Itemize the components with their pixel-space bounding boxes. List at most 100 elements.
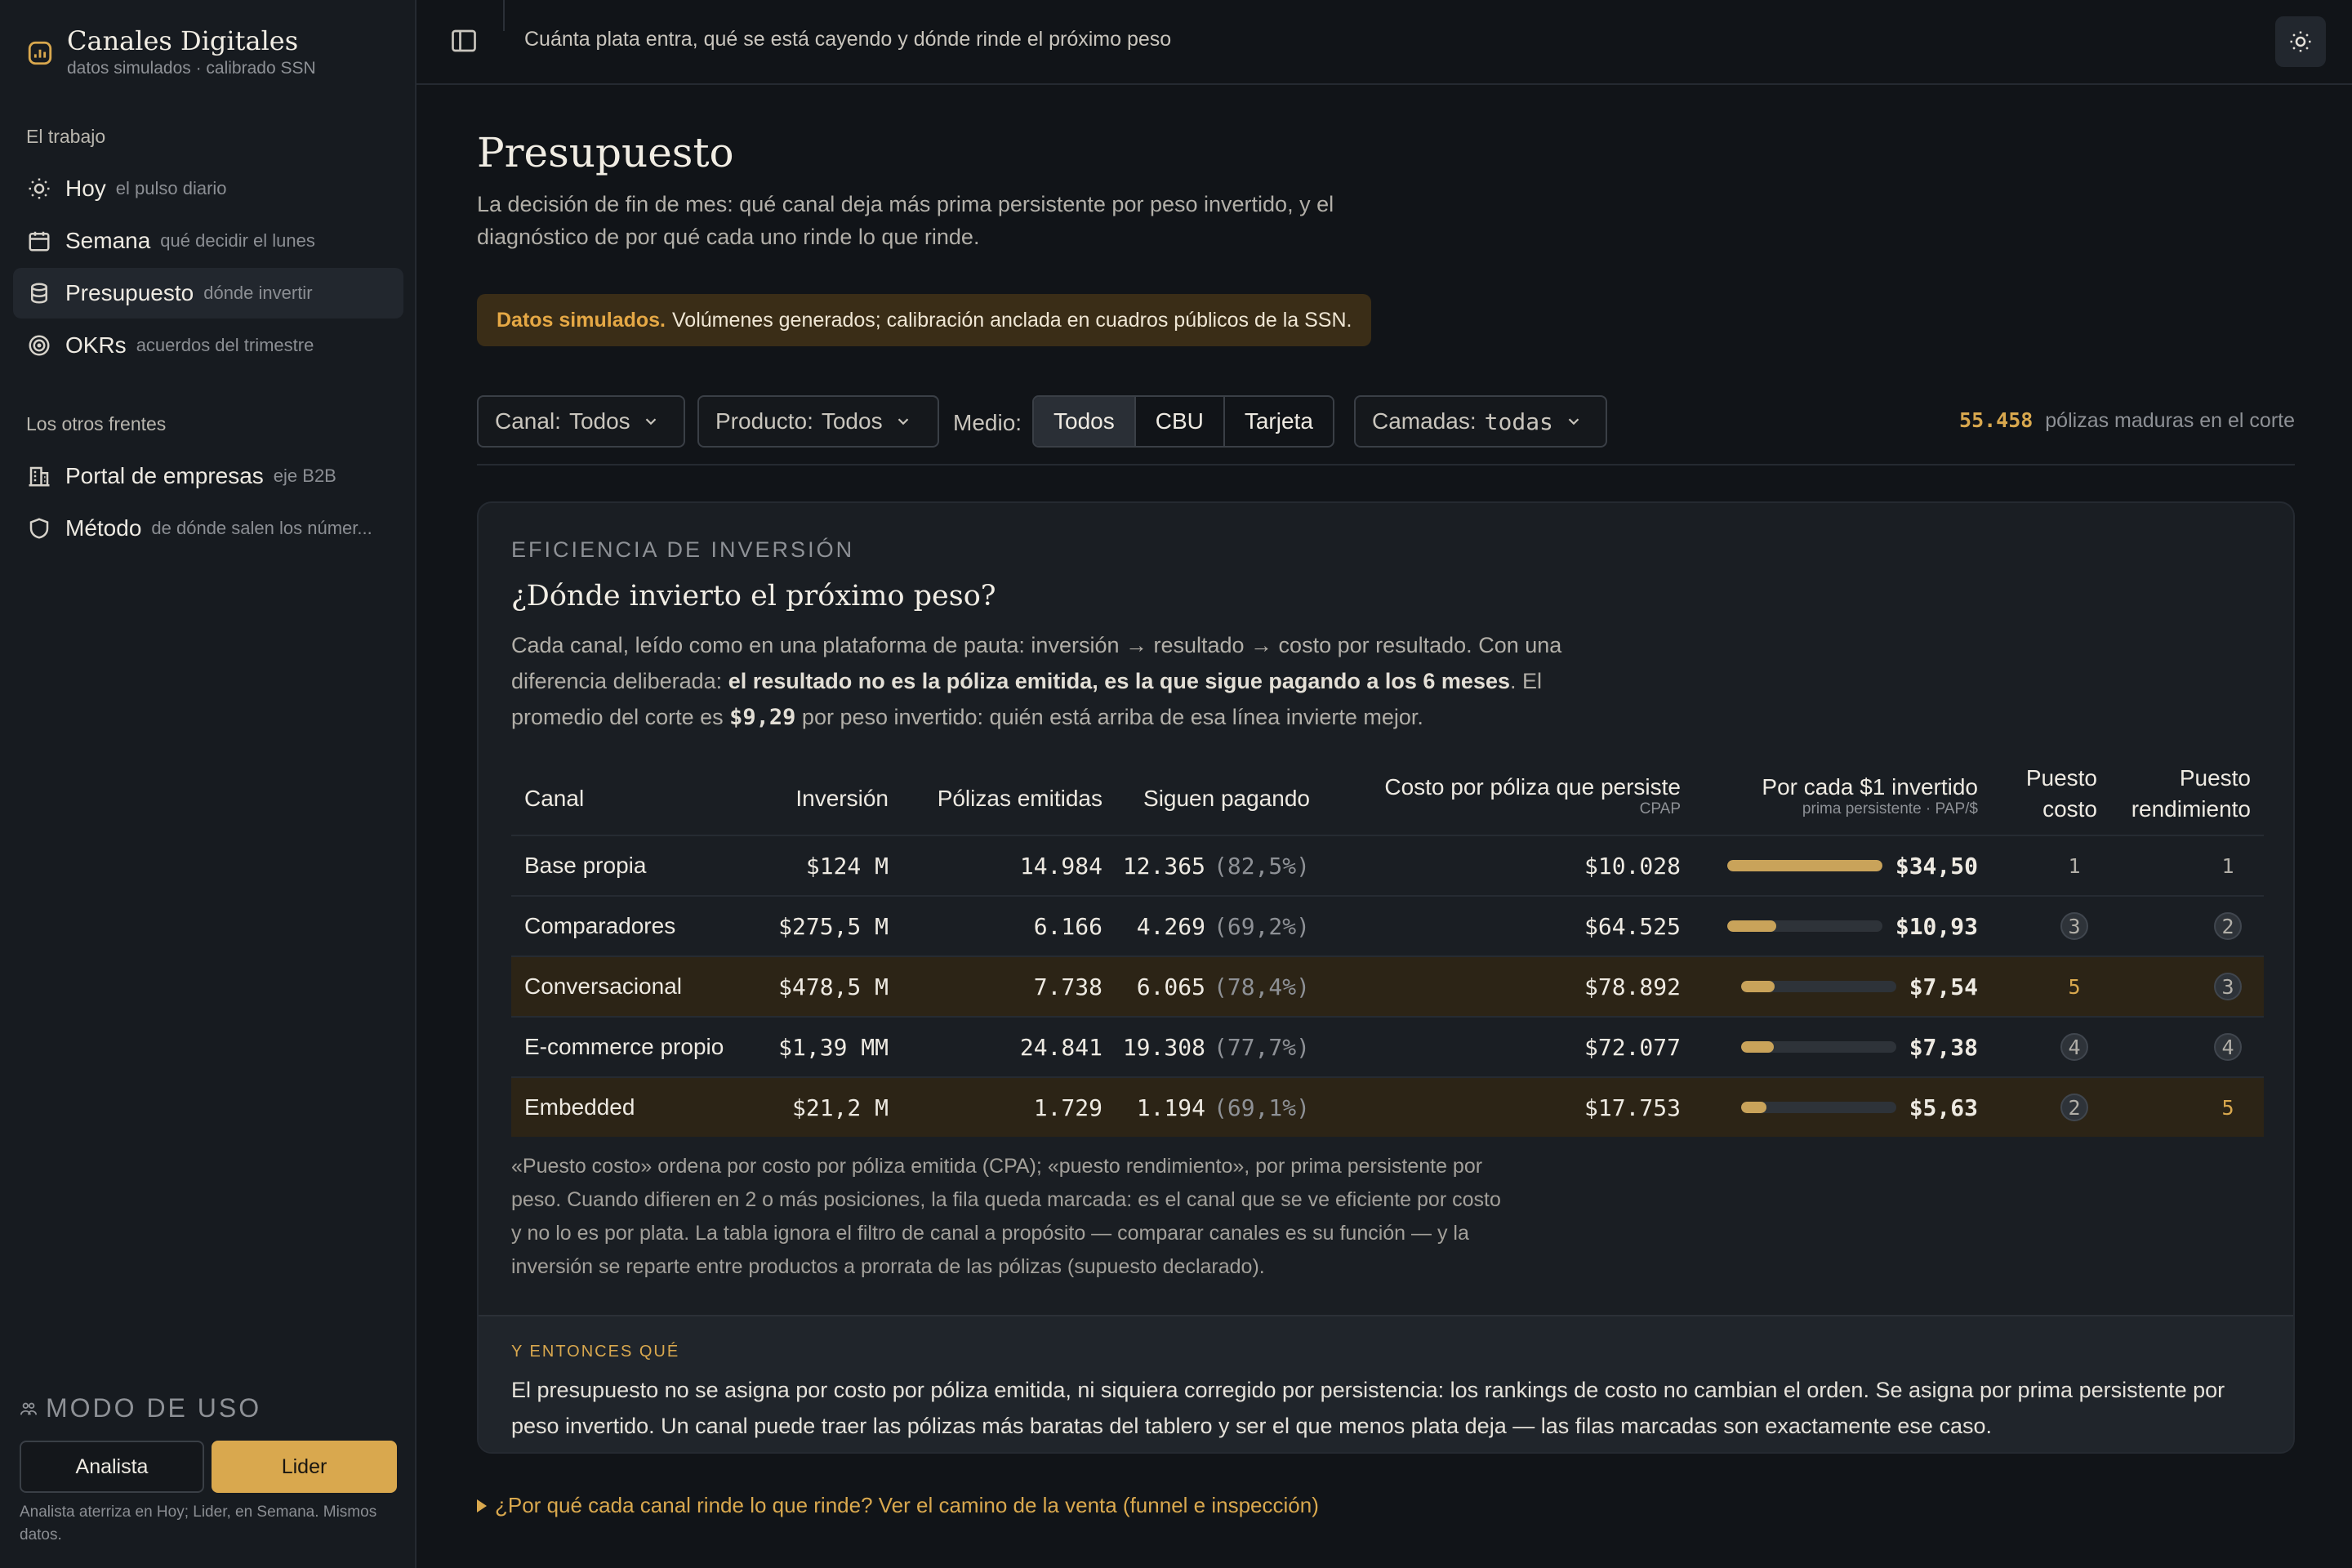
top-bar: Cuánta plata entra, qué se está cayendo … — [416, 0, 2352, 85]
page-title: Presupuesto — [477, 129, 734, 176]
col-header-costo-sub: CPAP — [1639, 800, 1681, 817]
col-header-puesto-costo-1: Puesto — [2025, 765, 2097, 791]
sidebar-item-presupuesto[interactable]: Presupuesto dónde invertir — [13, 268, 403, 318]
medio-label: Medio: — [953, 410, 1022, 435]
notice-bold: Datos simulados. — [497, 308, 666, 332]
col-header-puesto-costo-2: costo — [2042, 796, 2097, 822]
cell-inversion: $21,2 M — [791, 1094, 889, 1121]
rinde-bar — [1740, 1041, 1896, 1053]
cell-inversion: $1,39 MM — [778, 1033, 889, 1061]
card-title: ¿Dónde invierto el próximo peso? — [511, 580, 996, 612]
rank-badge: 4 — [2060, 1033, 2088, 1061]
rinde-bar-fill — [1740, 981, 1775, 992]
sidebar-item-hint: dónde invertir — [203, 283, 313, 303]
cell-canal: Base propia — [524, 853, 647, 878]
notice-text: Volúmenes generados; calibración anclada… — [672, 308, 1352, 332]
cell-canal: Comparadores — [524, 913, 676, 938]
chevron-down-icon — [1568, 418, 1579, 425]
sidebar-item-hoy[interactable]: Hoy el pulso diario — [13, 163, 403, 214]
canal-select[interactable]: Canal: Todos — [477, 395, 685, 448]
camadas-select[interactable]: Camadas: todas — [1354, 395, 1607, 448]
sidebar-toggle-icon — [452, 29, 476, 52]
target-icon — [26, 332, 52, 359]
policy-count: 55.458 pólizas maduras en el corte — [1959, 408, 2295, 433]
cell-puesto-rendimiento: 1 — [2203, 836, 2252, 895]
mode-analista-button[interactable]: Analista — [20, 1441, 204, 1493]
producto-select-value: Todos — [821, 408, 883, 434]
cell-rinde-value: $5,63 — [1909, 1094, 1978, 1121]
rinde-bar-fill — [1740, 1041, 1775, 1053]
col-header-canal: Canal — [524, 786, 585, 811]
cell-canal: E-commerce propio — [524, 1034, 724, 1059]
medio-option-cbu[interactable]: CBU — [1134, 397, 1223, 446]
table-row: Comparadores $275,5 M 6.166 4.269 (69,2%) $64… — [511, 895, 2264, 956]
camadas-select-value: todas — [1484, 408, 1553, 435]
cell-siguen: 4.269 (69,2%) — [1107, 897, 1310, 956]
cell-puesto-costo: 4 — [2050, 1018, 2099, 1076]
sidebar-item-label: Método — [65, 515, 142, 541]
col-header-emitidas: Pólizas emitidas — [937, 786, 1102, 811]
col-header-siguen: Siguen pagando — [1143, 786, 1310, 811]
calendar-icon — [26, 228, 52, 254]
sidebar-item-label: Hoy — [65, 176, 106, 201]
sidebar-item-semana[interactable]: Semana qué decidir el lunes — [13, 216, 403, 266]
cell-puesto-rendimiento: 2 — [2203, 897, 2252, 956]
medio-option-todos[interactable]: Todos — [1034, 397, 1134, 446]
cell-rinde-value: $10,93 — [1895, 912, 1978, 940]
sidebar-item-hint: el pulso diario — [115, 178, 227, 198]
sidebar-item-portal-empresas[interactable]: Portal de empresas eje B2B — [13, 451, 403, 501]
cell-costo: $72.077 — [1584, 1033, 1681, 1061]
cell-costo: $64.525 — [1584, 912, 1681, 940]
cell-rinde-value: $34,50 — [1895, 852, 1978, 880]
disclosure-text: ¿Por qué cada canal rinde lo que rinde? … — [495, 1493, 1319, 1517]
cell-siguen-value: 12.365 — [1122, 852, 1205, 880]
theme-toggle-button[interactable] — [2275, 16, 2326, 67]
cell-puesto-rendimiento: 3 — [2203, 957, 2252, 1016]
table-row: Conversacional $478,5 M 7.738 6.065 (78,4%) $… — [511, 956, 2264, 1016]
rinde-bar-fill — [1726, 860, 1882, 871]
producto-select[interactable]: Producto: Todos — [697, 395, 939, 448]
cell-emitidas: 24.841 — [1019, 1033, 1102, 1061]
cell-siguen-percent: (78,4%) — [1213, 973, 1310, 1000]
rank-badge: 3 — [2214, 973, 2242, 1000]
policy-count-value: 55.458 — [1959, 408, 2034, 432]
sidebar-toggle-button[interactable] — [449, 26, 479, 56]
sun-icon — [2290, 31, 2311, 52]
rank-badge: 2 — [2060, 1094, 2088, 1121]
rinde-bar — [1740, 981, 1896, 992]
rank-badge: 1 — [2221, 853, 2234, 878]
building-icon — [26, 463, 52, 489]
desc-average: $9,29 — [729, 705, 796, 730]
cell-siguen: 6.065 (78,4%) — [1107, 957, 1310, 1016]
rank-badge: 5 — [2068, 974, 2081, 999]
investment-efficiency-card: EFICIENCIA DE INVERSIÓN ¿Dónde invierto … — [477, 501, 2295, 1454]
sidebar: Canales Digitales datos simulados · cali… — [0, 0, 416, 1568]
sidebar-item-label: Presupuesto — [65, 280, 194, 305]
cell-costo: $17.753 — [1584, 1094, 1681, 1121]
cell-inversion: $275,5 M — [778, 912, 889, 940]
desc-bold: el resultado no es la póliza emitida, es… — [728, 669, 1511, 693]
cell-rinde: $7,54 — [1687, 957, 1978, 1016]
brand-title: Canales Digitales — [67, 25, 299, 56]
coins-icon — [26, 280, 52, 306]
so-what-label: Y ENTONCES QUÉ — [511, 1343, 680, 1361]
canal-select-value: Todos — [568, 408, 630, 434]
medio-option-tarjeta[interactable]: Tarjeta — [1223, 397, 1333, 446]
col-header-inversion: Inversión — [795, 786, 889, 811]
funnel-disclosure[interactable]: ¿Por qué cada canal rinde lo que rinde? … — [477, 1493, 1319, 1518]
cell-emitidas: 1.729 — [1033, 1094, 1102, 1121]
rank-badge: 3 — [2060, 912, 2088, 940]
rinde-bar — [1726, 920, 1882, 932]
sidebar-item-label: Semana — [65, 228, 151, 253]
mode-lider-button[interactable]: Lider — [212, 1441, 397, 1493]
simulated-data-notice: Datos simulados. Volúmenes generados; ca… — [477, 294, 1372, 346]
sidebar-item-metodo[interactable]: Método de dónde salen los númer... — [13, 503, 403, 554]
sidebar-item-okrs[interactable]: OKRs acuerdos del trimestre — [13, 320, 403, 371]
cell-siguen-percent: (69,1%) — [1213, 1094, 1310, 1121]
mode-title: MODO DE USO — [20, 1393, 261, 1423]
rinde-bar — [1740, 1102, 1896, 1113]
cell-rinde: $5,63 — [1687, 1078, 1978, 1137]
table-row: Embedded $21,2 M 1.729 1.194 (69,1%) $17.753 $… — [511, 1076, 2264, 1137]
cell-puesto-costo: 1 — [2050, 836, 2099, 895]
cell-puesto-rendimiento: 4 — [2203, 1018, 2252, 1076]
